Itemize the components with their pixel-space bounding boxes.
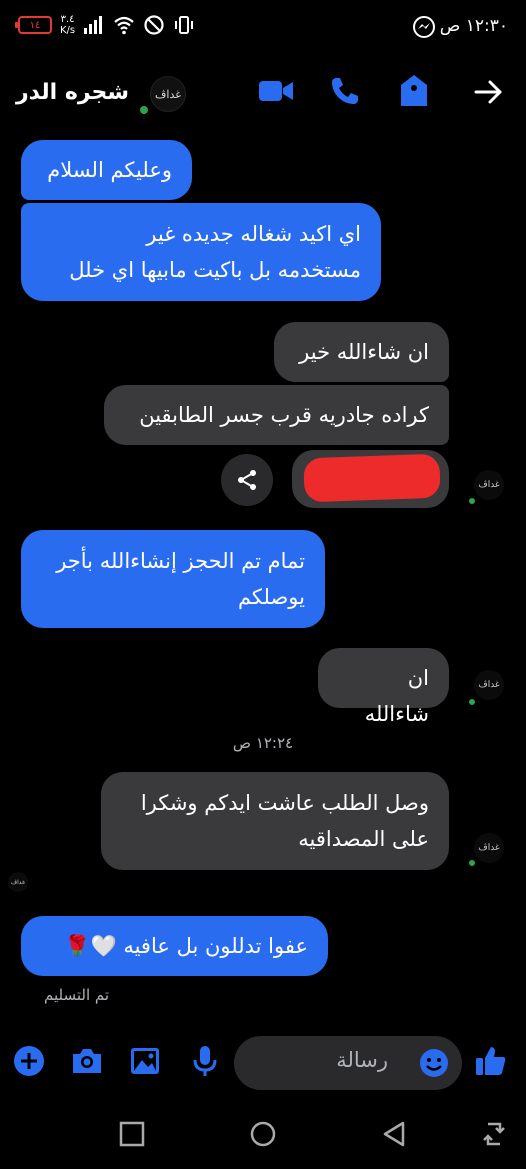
status-time: ١٢:٣٠ ص bbox=[439, 16, 508, 36]
phone-call-icon[interactable] bbox=[330, 76, 360, 106]
contact-avatar-small: غداڤ bbox=[474, 833, 504, 863]
battery-level: ١٤ bbox=[29, 19, 41, 31]
signal-icon bbox=[84, 16, 103, 34]
message-text: كراده جادريه قرب جسر الطابقين bbox=[139, 403, 429, 427]
message-bubble-outgoing[interactable]: تمام تم الحجز إنشاءالله بأجر يوصلكم bbox=[21, 530, 325, 628]
vibrate-icon bbox=[175, 16, 194, 34]
video-call-icon[interactable] bbox=[258, 78, 294, 104]
online-status-dot bbox=[467, 697, 477, 707]
gallery-icon[interactable] bbox=[128, 1044, 162, 1078]
online-status-dot bbox=[467, 496, 477, 506]
contact-name[interactable]: شجره الدر bbox=[16, 80, 129, 105]
wifi-icon bbox=[114, 16, 134, 35]
message-bubble-incoming[interactable]: ان شاءالله bbox=[318, 648, 449, 726]
message-input[interactable]: رسالة bbox=[234, 1036, 462, 1090]
online-status-dot bbox=[138, 104, 150, 116]
delivery-status: تم التسليم bbox=[44, 986, 110, 1004]
recent-apps-icon[interactable] bbox=[118, 1120, 146, 1148]
back-arrow-icon[interactable] bbox=[472, 76, 504, 108]
redacted-attachment[interactable] bbox=[292, 450, 449, 508]
message-line: يوصلكم bbox=[237, 585, 305, 609]
message-line: اي اكيد شغاله جديده غير bbox=[146, 222, 361, 246]
status-bar: ١٤ ٣.٤ K/s ١٢:٣٠ ص bbox=[0, 0, 526, 56]
battery-icon: ١٤ bbox=[15, 16, 52, 34]
message-bubble-incoming[interactable]: ان شاءالله خير bbox=[274, 322, 449, 382]
message-text: ان شاءالله bbox=[364, 666, 429, 726]
add-icon[interactable] bbox=[12, 1044, 46, 1078]
redaction-scribble bbox=[303, 453, 441, 503]
avatar-logo: غداڤ bbox=[478, 480, 500, 490]
message-line: مستخدمه بل باكيت مابيها اي خلل bbox=[69, 258, 361, 282]
share-icon bbox=[238, 470, 256, 490]
avatar-logo: غداڤ bbox=[478, 843, 500, 853]
messenger-notification-icon bbox=[413, 16, 435, 38]
shield-tag-icon[interactable] bbox=[400, 74, 428, 108]
message-text: ان شاءالله خير bbox=[299, 340, 429, 364]
status-left-icons: ١٤ ٣.٤ K/s bbox=[15, 14, 195, 36]
avatar-logo: غداڤ bbox=[10, 878, 26, 886]
chat-header: غداڤ شجره الدر bbox=[0, 62, 526, 126]
message-text: عفوا تدللون بل عافيه 🤍🌹 bbox=[64, 934, 308, 958]
message-line: وصل الطلب عاشت ايدكم وشكرا bbox=[140, 791, 429, 815]
contact-avatar-small: غداڤ bbox=[474, 470, 504, 500]
camera-icon[interactable] bbox=[70, 1044, 104, 1078]
like-thumb-icon[interactable] bbox=[474, 1044, 508, 1078]
network-speed: ٣.٤ K/s bbox=[60, 14, 75, 36]
avatar-logo: غداڤ bbox=[478, 680, 500, 690]
back-nav-icon[interactable] bbox=[381, 1120, 409, 1148]
contact-avatar-small: غداڤ bbox=[474, 670, 504, 700]
network-speed-value: ٣.٤ bbox=[60, 14, 75, 25]
network-speed-unit: K/s bbox=[60, 25, 76, 36]
message-composer: رسالة bbox=[0, 1030, 526, 1094]
message-bubble-incoming[interactable]: كراده جادريه قرب جسر الطابقين bbox=[104, 385, 449, 445]
microphone-icon[interactable] bbox=[188, 1044, 222, 1078]
message-line: على المصداقيه bbox=[298, 827, 429, 851]
share-button[interactable] bbox=[221, 454, 273, 506]
seen-avatar: غداڤ bbox=[8, 872, 28, 892]
home-icon[interactable] bbox=[249, 1120, 277, 1148]
message-input-placeholder: رسالة bbox=[336, 1048, 388, 1072]
rotate-screen-icon[interactable] bbox=[480, 1120, 508, 1148]
message-timestamp: ١٢:٢٤ ص bbox=[232, 734, 294, 752]
system-navigation-bar bbox=[0, 1100, 526, 1169]
emoji-icon[interactable] bbox=[418, 1047, 450, 1079]
contact-avatar[interactable]: غداڤ bbox=[150, 76, 186, 112]
online-status-dot bbox=[467, 858, 477, 868]
message-text: وعليكم السلام bbox=[47, 158, 172, 182]
message-bubble-outgoing[interactable]: وعليكم السلام bbox=[21, 140, 192, 200]
message-line: تمام تم الحجز إنشاءالله بأجر bbox=[56, 549, 305, 573]
message-bubble-outgoing[interactable]: عفوا تدللون بل عافيه 🤍🌹 bbox=[21, 916, 328, 976]
message-bubble-incoming[interactable]: وصل الطلب عاشت ايدكم وشكرا على المصداقيه bbox=[101, 772, 449, 870]
message-bubble-outgoing[interactable]: اي اكيد شغاله جديده غير مستخدمه بل باكيت… bbox=[21, 203, 381, 301]
avatar-logo: غداڤ bbox=[155, 87, 181, 101]
do-not-disturb-icon bbox=[144, 15, 164, 35]
